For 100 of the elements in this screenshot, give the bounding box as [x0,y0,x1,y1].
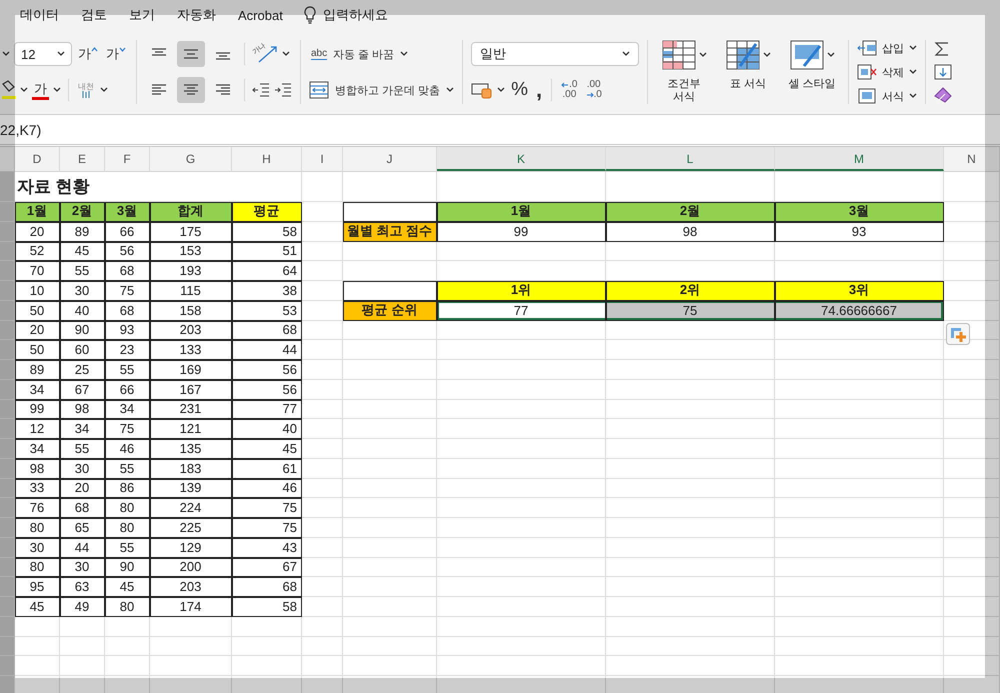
paste-options-icon[interactable] [946,322,970,344]
percent-button[interactable]: % [509,79,530,101]
chevron-down-icon[interactable] [2,51,10,57]
grid-cell [302,577,343,597]
row-header[interactable] [0,616,15,636]
menu-item[interactable]: 자동화 [177,6,216,24]
autosum-icon[interactable] [934,41,950,57]
row-header[interactable] [0,676,15,693]
row-header[interactable] [0,439,15,459]
grid-cell [302,360,343,380]
caret-down-icon [119,47,126,52]
table-cell: 98 [15,458,60,478]
caret-up-icon [91,47,98,52]
row-header[interactable] [0,538,15,558]
decrease-decimal-button[interactable]: .00 .0 [584,80,604,100]
row-header[interactable] [0,498,15,518]
chevron-down-icon[interactable] [400,51,408,57]
horizontal-align-button[interactable] [177,77,205,103]
row-header[interactable] [0,597,15,617]
cells-command-button[interactable]: 삽입 [857,37,918,59]
header-cell: 3월 [775,202,944,222]
row-header[interactable] [0,281,15,301]
column-header[interactable]: H [232,147,302,171]
style-gallery-button[interactable]: 표 서식 [720,40,776,91]
table-cell: 80 [105,498,150,518]
menu-item[interactable]: 검토 [81,6,107,24]
currency-format-icon[interactable] [471,81,494,99]
menu-item[interactable]: Acrobat [238,8,283,22]
align-lines-icon [183,47,199,61]
cells-command-button[interactable]: 서식 [857,85,918,107]
row-header[interactable] [0,577,15,597]
table-cell: 139 [150,478,232,498]
style-gallery-button[interactable]: 조건부 서식 [656,40,712,104]
chevron-down-icon[interactable] [446,87,454,93]
table-cell: 45 [60,242,105,262]
grid-cell [302,538,343,558]
chevron-down-icon[interactable] [282,51,290,57]
number-format-dropdown[interactable]: 일반 [471,42,640,66]
increase-decimal-button[interactable]: .0 .00 [559,80,580,100]
style-gallery-button[interactable]: 셀 스타일 [784,40,840,91]
column-header[interactable]: M [775,147,944,171]
column-header[interactable]: I [302,147,343,171]
column-header[interactable]: N [944,147,1000,171]
row-header[interactable] [0,340,15,360]
row-header[interactable] [0,380,15,400]
increase-indent-icon[interactable] [274,83,292,97]
font-color-button[interactable]: 가 [32,80,49,100]
vertical-align-button[interactable] [177,41,205,67]
grow-font-button[interactable]: 가 [76,45,100,63]
table-cell: 30 [60,458,105,478]
table-cell: 224 [150,498,232,518]
wrap-text-button[interactable]: abc 자동 줄 바꿈 [309,46,396,62]
chevron-down-icon[interactable] [53,87,61,93]
chevron-down-icon[interactable] [100,87,108,93]
shrink-font-button[interactable]: 가 [104,45,128,63]
row-header[interactable] [0,300,15,320]
row-header[interactable] [0,202,15,222]
chevron-down-icon[interactable] [497,87,506,93]
grid-cell [302,636,343,656]
column-header[interactable]: D [15,147,60,171]
grid-cell [15,636,60,656]
fill-bucket-icon[interactable] [2,80,16,100]
row-header[interactable] [0,419,15,439]
row-header[interactable] [0,558,15,578]
chevron-down-icon[interactable] [20,87,28,93]
decrease-indent-icon[interactable] [252,83,270,97]
row-header[interactable] [0,400,15,420]
table-cell: 75 [232,498,302,518]
row-header[interactable] [0,518,15,538]
row-header[interactable] [0,222,15,242]
column-header[interactable]: E [60,147,105,171]
row-header[interactable] [0,360,15,380]
font-size-dropdown[interactable]: 12 [14,42,72,66]
column-header[interactable]: F [105,147,150,171]
table-cell: 121 [150,419,232,439]
grid-cell [60,616,105,636]
grid-cell [944,656,1000,676]
grid-cell [15,616,60,636]
grid-icon [857,88,878,104]
row-header[interactable] [0,656,15,676]
row-header[interactable] [0,261,15,281]
menu-item[interactable]: 보기 [129,6,155,24]
merge-cells-icon[interactable] [309,81,329,99]
row-header[interactable] [0,242,15,262]
comma-style-button[interactable]: , [534,81,544,99]
cells-command-button[interactable]: 삭제 [857,61,918,83]
row-header[interactable] [0,320,15,340]
row-header[interactable] [0,636,15,656]
column-header[interactable]: K [437,147,606,171]
eraser-icon[interactable] [934,87,954,103]
tell-me-field[interactable]: 입력하세요 [322,6,388,24]
row-header[interactable] [0,172,15,202]
row-header[interactable] [0,458,15,478]
merge-center-button[interactable]: 병합하고 가운데 맞춤 [333,82,442,98]
menu-item[interactable]: 데이터 [20,6,59,24]
fill-down-icon[interactable] [934,64,952,80]
row-header[interactable] [0,478,15,498]
column-header[interactable]: L [606,147,775,171]
column-header[interactable]: G [150,147,232,171]
grid-cell [60,656,105,676]
